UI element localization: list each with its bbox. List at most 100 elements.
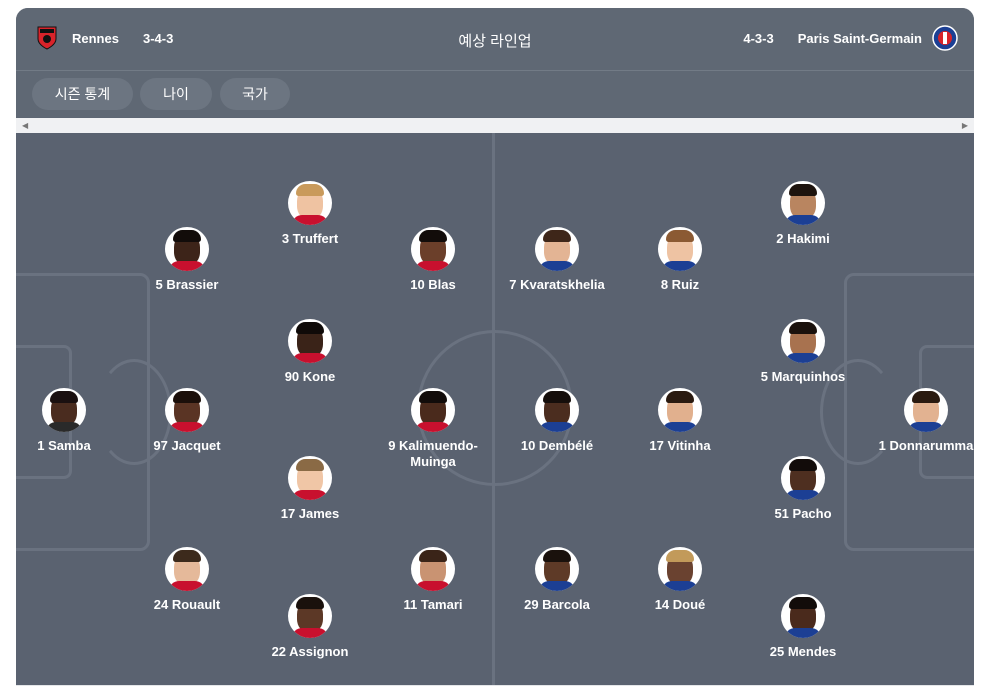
player-hair — [296, 459, 324, 471]
player-shirt — [292, 215, 328, 225]
player-hakimi[interactable]: 2 Hakimi — [743, 181, 863, 247]
player-shirt — [785, 490, 821, 500]
player-name: 51 Pacho — [774, 506, 832, 521]
player-shirt — [169, 581, 205, 591]
player-shirt — [662, 422, 698, 432]
player-name: 7 Kvaratskhelia — [509, 277, 605, 292]
player-hair — [789, 597, 817, 609]
player-shirt — [415, 261, 451, 271]
player-name: 1 Donnarumma — [878, 438, 974, 453]
player-shirt — [292, 353, 328, 363]
player-name: 24 Rouault — [153, 597, 221, 612]
scroll-left-icon[interactable]: ◀ — [22, 118, 28, 133]
player-kvaratskhelia[interactable]: 7 Kvaratskhelia — [497, 227, 617, 293]
pitch: 1 Samba 5 Brassier 97 Jacquet 24 Rouault… — [16, 133, 974, 685]
scroll-right-icon[interactable]: ▶ — [962, 118, 968, 133]
player-kalimuendo[interactable]: 9 Kalimuendo-Muinga — [373, 388, 493, 470]
player-name: 1 Samba — [37, 438, 91, 453]
player-hair — [666, 391, 694, 403]
player-hair — [543, 550, 571, 562]
player-avatar — [411, 388, 455, 432]
player-rouault[interactable]: 24 Rouault — [127, 547, 247, 613]
player-avatar — [411, 227, 455, 271]
filter-chips: 시즌 통계 나이 국가 — [16, 71, 974, 117]
chip-season-stats[interactable]: 시즌 통계 — [32, 78, 133, 110]
player-name: 90 Kone — [284, 369, 336, 384]
horizontal-scrollbar[interactable]: ◀ ▶ — [16, 118, 974, 133]
player-name: 17 James — [280, 506, 340, 521]
player-mendes[interactable]: 25 Mendes — [743, 594, 863, 660]
player-avatar — [904, 388, 948, 432]
player-vitinha[interactable]: 17 Vitinha — [620, 388, 740, 454]
player-shirt — [662, 581, 698, 591]
player-avatar — [288, 181, 332, 225]
player-truffert[interactable]: 3 Truffert — [250, 181, 370, 247]
player-avatar — [658, 227, 702, 271]
player-avatar — [165, 388, 209, 432]
player-avatar — [42, 388, 86, 432]
player-doue[interactable]: 14 Doué — [620, 547, 740, 613]
player-avatar — [781, 319, 825, 363]
player-name: 5 Brassier — [155, 277, 219, 292]
player-name: 3 Truffert — [281, 231, 339, 246]
player-hair — [666, 550, 694, 562]
player-tamari[interactable]: 11 Tamari — [373, 547, 493, 613]
player-avatar — [288, 594, 332, 638]
player-name: 9 Kalimuendo-Muinga — [388, 438, 478, 469]
player-kone[interactable]: 90 Kone — [250, 319, 370, 385]
player-ruiz[interactable]: 8 Ruiz — [620, 227, 740, 293]
player-shirt — [539, 581, 575, 591]
player-shirt — [539, 261, 575, 271]
player-avatar — [781, 456, 825, 500]
player-name: 22 Assignon — [271, 644, 349, 659]
player-name: 25 Mendes — [769, 644, 837, 659]
player-shirt — [169, 261, 205, 271]
player-shirt — [908, 422, 944, 432]
player-avatar — [165, 547, 209, 591]
player-hair — [296, 322, 324, 334]
player-hair — [419, 230, 447, 242]
away-team[interactable]: 4-3-3 Paris Saint-Germain — [743, 25, 958, 51]
player-hair — [543, 230, 571, 242]
player-jacquet[interactable]: 97 Jacquet — [127, 388, 247, 454]
player-name: 29 Barcola — [524, 597, 590, 612]
player-assignon[interactable]: 22 Assignon — [250, 594, 370, 660]
player-avatar — [658, 547, 702, 591]
player-name: 17 Vitinha — [649, 438, 711, 453]
player-avatar — [535, 547, 579, 591]
player-shirt — [292, 628, 328, 638]
player-hair — [50, 391, 78, 403]
player-name: 97 Jacquet — [153, 438, 221, 453]
player-pacho[interactable]: 51 Pacho — [743, 456, 863, 522]
player-hair — [789, 322, 817, 334]
player-brassier[interactable]: 5 Brassier — [127, 227, 247, 293]
player-shirt — [415, 422, 451, 432]
away-formation: 4-3-3 — [743, 30, 774, 46]
player-name: 10 Dembélé — [520, 438, 594, 453]
player-barcola[interactable]: 29 Barcola — [497, 547, 617, 613]
player-avatar — [288, 319, 332, 363]
player-avatar — [535, 227, 579, 271]
player-donnarumma[interactable]: 1 Donnarumma — [878, 388, 974, 454]
player-shirt — [785, 353, 821, 363]
player-shirt — [46, 422, 82, 432]
player-name: 11 Tamari — [403, 597, 463, 612]
player-hair — [789, 459, 817, 471]
player-name: 2 Hakimi — [776, 231, 830, 246]
player-shirt — [662, 261, 698, 271]
player-avatar — [411, 547, 455, 591]
chip-country[interactable]: 국가 — [220, 78, 290, 110]
player-blas[interactable]: 10 Blas — [373, 227, 493, 293]
chip-age[interactable]: 나이 — [140, 78, 212, 110]
player-hair — [666, 230, 694, 242]
player-hair — [789, 184, 817, 196]
player-hair — [173, 391, 201, 403]
player-avatar — [165, 227, 209, 271]
player-marquinhos[interactable]: 5 Marquinhos — [743, 319, 863, 385]
player-james[interactable]: 17 James — [250, 456, 370, 522]
player-name: 10 Blas — [410, 277, 456, 292]
player-samba[interactable]: 1 Samba — [16, 388, 124, 454]
player-hair — [419, 550, 447, 562]
player-dembele[interactable]: 10 Dembélé — [497, 388, 617, 454]
player-hair — [543, 391, 571, 403]
